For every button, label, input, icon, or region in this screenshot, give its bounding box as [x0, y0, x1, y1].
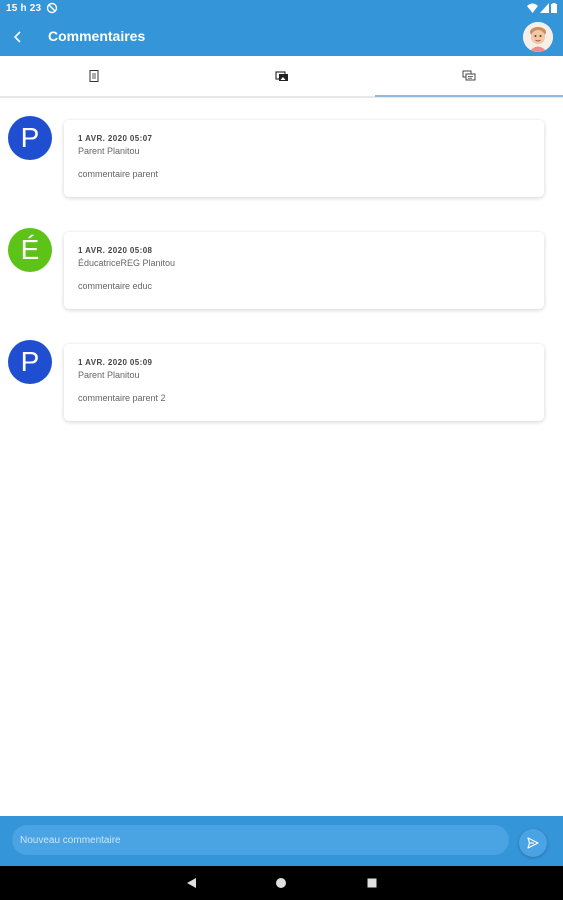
status-icons: [527, 3, 557, 13]
comment-input-bar: [0, 816, 563, 866]
system-nav-bar: [0, 866, 563, 900]
comment-text: commentaire parent 2: [78, 393, 166, 403]
comment-avatar: P: [8, 340, 52, 384]
chevron-left-icon: [13, 31, 21, 43]
app-bar: Commentaires: [0, 18, 563, 56]
signal-icon: [540, 3, 549, 13]
comment-date: 1 AVR. 2020 05:07: [78, 134, 153, 143]
page-title: Commentaires: [48, 28, 146, 44]
back-button[interactable]: [8, 24, 30, 50]
square-recents-icon: [367, 878, 377, 888]
comment-text: commentaire parent: [78, 169, 159, 179]
comment-text: commentaire educ: [78, 281, 153, 291]
comment-avatar: É: [8, 228, 52, 272]
comments-icon: [462, 70, 476, 81]
comment-author: Parent Planitou: [78, 146, 140, 156]
tab-bar: [0, 56, 563, 98]
avatar[interactable]: [523, 22, 553, 52]
new-comment-input[interactable]: [12, 825, 509, 855]
nav-home-button[interactable]: [273, 875, 289, 891]
status-time: 15 h 23: [6, 3, 42, 14]
comment-avatar: P: [8, 116, 52, 160]
comment-card: 1 AVR. 2020 05:08 ÉducatriceREG Planitou…: [64, 232, 544, 309]
photos-icon: [274, 71, 288, 81]
notebook-icon: [89, 70, 99, 82]
send-icon: [527, 837, 539, 849]
comment-date: 1 AVR. 2020 05:09: [78, 358, 153, 367]
nav-recents-button[interactable]: [364, 875, 380, 891]
nav-back-button[interactable]: [183, 875, 199, 891]
comment-date: 1 AVR. 2020 05:08: [78, 246, 153, 255]
battery-icon: [551, 3, 557, 13]
comment-item: P 1 AVR. 2020 05:07 Parent Planitou comm…: [0, 116, 563, 198]
comment-card: 1 AVR. 2020 05:07 Parent Planitou commen…: [64, 120, 544, 197]
sync-off-icon: [46, 2, 58, 14]
comment-author: Parent Planitou: [78, 370, 140, 380]
status-bar: 15 h 23: [0, 0, 563, 18]
comment-author: ÉducatriceREG Planitou: [78, 258, 176, 268]
comment-item: P 1 AVR. 2020 05:09 Parent Planitou comm…: [0, 340, 563, 422]
tab-notebook[interactable]: [0, 56, 188, 96]
tab-selected-indicator: [375, 95, 563, 97]
triangle-back-icon: [187, 878, 196, 888]
wifi-icon: [527, 3, 538, 13]
send-button[interactable]: [519, 829, 547, 857]
comment-card: 1 AVR. 2020 05:09 Parent Planitou commen…: [64, 344, 544, 421]
tab-photos[interactable]: [188, 56, 376, 96]
child-avatar-icon: [523, 22, 553, 52]
circle-home-icon: [276, 878, 286, 888]
comment-item: É 1 AVR. 2020 05:08 ÉducatriceREG Planit…: [0, 228, 563, 310]
tab-comments[interactable]: [375, 56, 563, 96]
